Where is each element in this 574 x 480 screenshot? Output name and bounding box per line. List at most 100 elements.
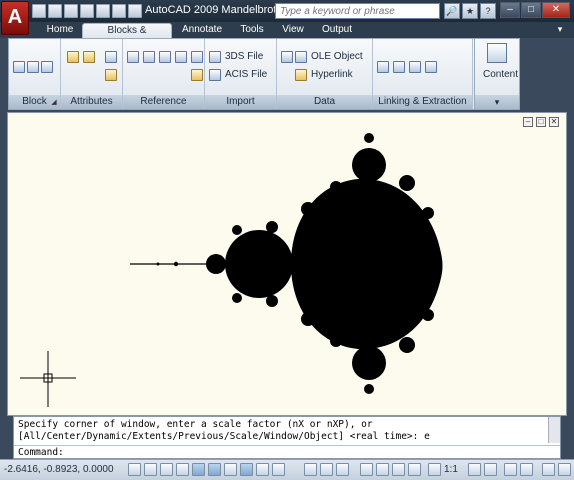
extract-data-icon[interactable] xyxy=(425,61,437,73)
content-grid-icon[interactable] xyxy=(487,43,507,63)
sync-attribute-icon[interactable] xyxy=(105,69,117,81)
upload-to-source-icon[interactable] xyxy=(393,61,405,73)
pan-icon[interactable] xyxy=(360,463,373,476)
drawing-area[interactable]: – □ ✕ xyxy=(7,112,567,416)
application-menu-button[interactable]: A xyxy=(1,1,29,35)
ducs-icon[interactable] xyxy=(224,463,237,476)
import-acis-icon[interactable] xyxy=(209,69,221,81)
attach-xref-icon[interactable] xyxy=(127,51,139,63)
field-icon[interactable] xyxy=(295,51,307,63)
panel-title-data[interactable]: Data xyxy=(277,95,372,109)
data-link-icon[interactable] xyxy=(281,51,293,63)
import-3ds-button[interactable]: 3DS File xyxy=(225,51,263,62)
panel-content: Content ▾ xyxy=(474,38,520,110)
tab-tools[interactable]: Tools xyxy=(232,23,272,38)
fractal-fringe-bulb xyxy=(266,295,278,307)
title-bar: AutoCAD 2009 Mandelbrot.dwg 🔎 ★ ? – □ ✕ xyxy=(0,0,574,22)
annotation-scale-icon[interactable] xyxy=(428,463,441,476)
panel-launcher-icon[interactable]: ◢ xyxy=(50,99,58,107)
command-scrollbar[interactable] xyxy=(548,417,560,443)
showmotion-icon[interactable] xyxy=(408,463,421,476)
open-folder-icon[interactable] xyxy=(48,4,62,18)
edit-attribute-icon[interactable] xyxy=(83,51,95,63)
minimize-button[interactable]: – xyxy=(500,2,520,18)
fractal-fringe-bulb xyxy=(301,312,315,326)
status-bar-menu-icon[interactable] xyxy=(542,463,555,476)
download-from-source-icon[interactable] xyxy=(409,61,421,73)
panel-title-attributes[interactable]: Attributes xyxy=(61,95,122,109)
redo-icon[interactable] xyxy=(128,4,142,18)
undo-icon[interactable] xyxy=(112,4,126,18)
save-icon[interactable] xyxy=(64,4,78,18)
tab-output[interactable]: Output xyxy=(314,23,360,38)
import-3ds-icon[interactable] xyxy=(209,51,221,63)
panel-title-linking-extraction[interactable]: Linking & Extraction xyxy=(373,95,472,109)
lock-icon[interactable] xyxy=(520,463,533,476)
tab-annotate[interactable]: Annotate xyxy=(176,23,228,38)
command-prompt[interactable]: Command: xyxy=(18,447,64,458)
zoom-icon[interactable] xyxy=(376,463,389,476)
tab-view[interactable]: View xyxy=(276,23,310,38)
ortho-mode-icon[interactable] xyxy=(160,463,173,476)
object-snap-tracking-icon[interactable] xyxy=(208,463,221,476)
fractal-fringe-bulb xyxy=(399,337,415,353)
fractal-mini-bulb xyxy=(156,262,160,266)
clean-screen-icon[interactable] xyxy=(558,463,571,476)
content-button[interactable]: Content xyxy=(483,69,518,80)
fractal-secondary-bulb xyxy=(225,230,293,298)
grid-display-icon[interactable] xyxy=(144,463,157,476)
auto-scale-icon[interactable] xyxy=(484,463,497,476)
fractal-fringe-bulb xyxy=(266,221,278,233)
ribbon-minimize-icon[interactable]: ▾ xyxy=(554,24,566,36)
model-space-icon[interactable] xyxy=(304,463,317,476)
binoculars-icon[interactable]: 🔎 xyxy=(444,3,460,19)
lineweight-icon[interactable] xyxy=(256,463,269,476)
print-icon[interactable] xyxy=(80,4,94,18)
search-input[interactable] xyxy=(275,3,440,19)
star-icon[interactable]: ★ xyxy=(462,3,478,19)
attach-image-icon[interactable] xyxy=(143,51,155,63)
ole-object-button[interactable]: OLE Object xyxy=(311,51,363,62)
command-line-window[interactable]: Specify corner of window, enter a scale … xyxy=(13,416,561,459)
polar-tracking-icon[interactable] xyxy=(176,463,189,476)
new-file-icon[interactable] xyxy=(32,4,46,18)
hyperlink-button[interactable]: Hyperlink xyxy=(311,69,353,80)
fractal-left-bulb xyxy=(206,254,226,274)
attach-dgn-icon[interactable] xyxy=(175,51,187,63)
define-attribute-icon[interactable] xyxy=(67,51,79,63)
create-block-icon[interactable] xyxy=(27,61,39,73)
tab-blocks-references[interactable]: Blocks & References xyxy=(82,23,172,50)
content-expand-icon[interactable]: ▾ xyxy=(475,95,519,109)
panel-title-import[interactable]: Import xyxy=(205,95,276,109)
edit-block-icon[interactable] xyxy=(41,61,53,73)
plot-icon[interactable] xyxy=(96,4,110,18)
coordinate-readout[interactable]: -2.6416, -0.8923, 0.0000 xyxy=(4,464,114,475)
attribute-manager-icon[interactable] xyxy=(105,51,117,63)
steering-wheel-icon[interactable] xyxy=(392,463,405,476)
help-icon[interactable]: ? xyxy=(480,3,496,19)
annotation-scale-value[interactable]: 1:1 xyxy=(444,464,458,475)
fractal-fringe-bulb xyxy=(422,309,434,321)
workspace-switching-icon[interactable] xyxy=(504,463,517,476)
fractal-top-minibulb xyxy=(364,133,374,143)
panel-data: OLE Object Hyperlink Data xyxy=(277,39,373,109)
tab-home[interactable]: Home xyxy=(40,23,80,38)
edit-reference-icon[interactable] xyxy=(191,69,203,81)
data-link-manager-icon[interactable] xyxy=(377,61,389,73)
object-snap-icon[interactable] xyxy=(192,463,205,476)
layout1-icon[interactable] xyxy=(320,463,333,476)
fractal-bottom-bulb xyxy=(352,346,386,380)
dynamic-input-icon[interactable] xyxy=(240,463,253,476)
import-acis-button[interactable]: ACIS File xyxy=(225,69,267,80)
layout2-icon[interactable] xyxy=(336,463,349,476)
maximize-button[interactable]: □ xyxy=(521,2,541,18)
insert-block-icon[interactable] xyxy=(13,61,25,73)
quick-properties-icon[interactable] xyxy=(272,463,285,476)
clip-icon[interactable] xyxy=(191,51,203,63)
attach-dwf-icon[interactable] xyxy=(159,51,171,63)
close-button[interactable]: ✕ xyxy=(542,2,570,18)
hyperlink-icon[interactable] xyxy=(295,69,307,81)
snap-mode-icon[interactable] xyxy=(128,463,141,476)
panel-title-reference[interactable]: Reference xyxy=(123,95,204,109)
annotation-visibility-icon[interactable] xyxy=(468,463,481,476)
